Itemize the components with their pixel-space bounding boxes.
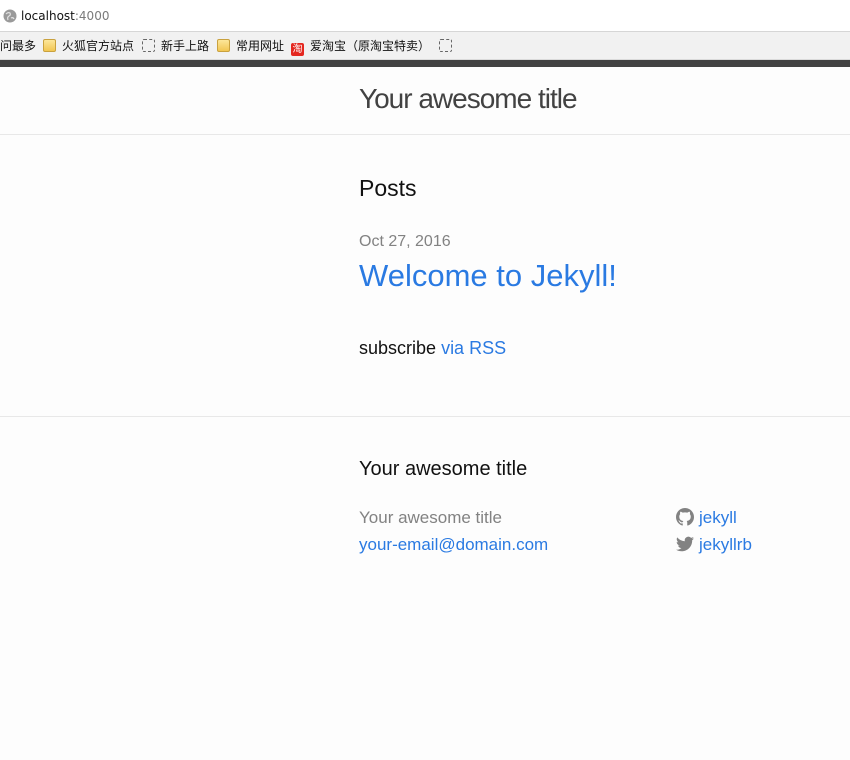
url-text[interactable]: localhost:4000 [21,9,109,23]
bookmark-blank[interactable] [439,38,458,54]
bookmark-firefox-site[interactable]: 火狐官方站点 [43,38,134,54]
taobao-icon: 淘 [291,43,304,56]
post-title-link[interactable]: Welcome to Jekyll! [359,258,617,294]
footer-site-name: Your awesome title [359,508,503,527]
site-header: Your awesome title [0,67,850,135]
rss-prefix: subscribe [359,338,437,358]
rss-subscribe: subscribe via RSS [359,338,506,359]
github-username: jekyll [699,508,737,527]
bookmark-common-sites[interactable]: 常用网址 [217,38,284,54]
bookmark-label: 爱淘宝（原淘宝特卖） [310,39,431,53]
github-icon [676,508,694,526]
bookmarks-toolbar: 访问最多 火狐官方站点 新手上路 常用网址 淘爱淘宝（原淘宝特卖） [0,32,850,60]
twitter-username: jekyllrb [699,535,752,554]
bookmark-taobao[interactable]: 淘爱淘宝（原淘宝特卖） [291,38,431,56]
bookmark-most-visited[interactable]: 访问最多 [0,38,36,54]
bookmark-label: 访问最多 [0,39,37,53]
footer-email-link[interactable]: your-email@domain.com [359,535,548,555]
folder-icon [217,39,230,52]
url-port: :4000 [74,9,110,23]
post-date: Oct 27, 2016 [359,233,451,250]
rss-link[interactable]: via RSS [441,338,506,358]
folder-icon [43,39,56,52]
footer-heading: Your awesome title [359,458,528,480]
bookmark-label: 常用网址 [236,39,285,53]
twitter-link[interactable]: jekyllrb [676,535,752,555]
twitter-icon [676,536,694,552]
page-top-bar [0,60,850,67]
bookmark-label: 火狐官方站点 [62,39,135,53]
site-footer: Your awesome title Your awesome title yo… [0,416,850,760]
blank-page-icon [142,39,155,52]
address-bar[interactable]: localhost:4000 [0,0,850,32]
globe-icon [3,9,17,23]
posts-heading: Posts [359,175,417,201]
bookmark-getting-started[interactable]: 新手上路 [142,38,209,54]
github-link[interactable]: jekyll [676,508,737,528]
bookmark-label: 新手上路 [161,39,210,53]
site-title-link[interactable]: Your awesome title [359,83,578,115]
blank-page-icon [439,39,452,52]
url-host: localhost [21,9,75,23]
